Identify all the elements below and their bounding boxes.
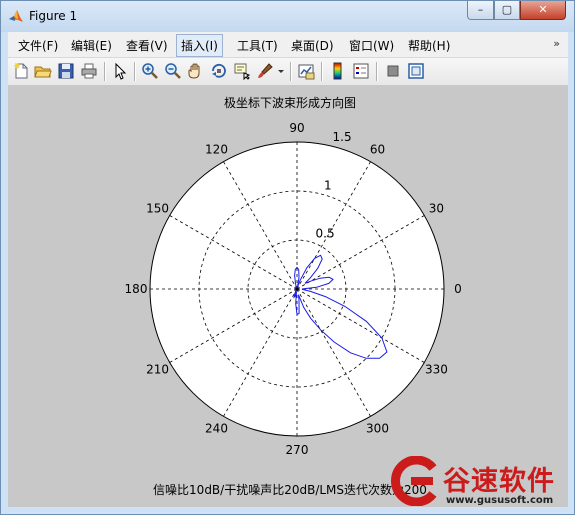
menu-help[interactable]: 帮助(H) bbox=[404, 36, 454, 55]
close-button[interactable]: ✕ bbox=[520, 1, 566, 20]
colorbar-icon[interactable] bbox=[328, 61, 348, 81]
radius-tick-label: 0.5 bbox=[316, 227, 335, 241]
plot-title: 极坐标下波束形成方向图 bbox=[224, 95, 356, 110]
angle-tick-label: 270 bbox=[286, 443, 309, 457]
angle-tick-label: 0 bbox=[454, 282, 462, 296]
menu-edit[interactable]: 编辑(E) bbox=[67, 36, 116, 55]
watermark-logo-icon bbox=[391, 456, 437, 506]
menu-bar: 文件(F) 编辑(E) 查看(V) 插入(I) 工具(T) 桌面(D) 窗口(W… bbox=[8, 32, 568, 58]
zoom-in-icon[interactable] bbox=[140, 61, 160, 81]
watermark-url: www.gususoft.com bbox=[446, 495, 554, 506]
menu-overflow-icon[interactable]: » bbox=[553, 37, 560, 50]
angle-tick-label: 210 bbox=[146, 363, 169, 377]
angle-tick-label: 180 bbox=[125, 282, 148, 296]
brush-dropdown-icon[interactable] bbox=[276, 61, 286, 81]
brush-icon[interactable] bbox=[255, 61, 275, 81]
legend-icon[interactable] bbox=[351, 61, 371, 81]
toolbar-separator bbox=[321, 62, 323, 81]
matlab-icon bbox=[9, 10, 23, 22]
data-cursor-icon[interactable] bbox=[232, 61, 252, 81]
toolbar-separator bbox=[376, 62, 378, 81]
angle-tick-label: 60 bbox=[370, 143, 385, 157]
toolbar-separator bbox=[290, 62, 292, 81]
title-bar[interactable]: Figure 1 – ▢ ✕ bbox=[1, 1, 574, 32]
menu-window[interactable]: 窗口(W) bbox=[345, 36, 398, 55]
angle-tick-label: 90 bbox=[289, 121, 304, 135]
figure-window: Figure 1 – ▢ ✕ 文件(F) 编辑(E) 查看(V) 插入(I) 工… bbox=[0, 0, 575, 515]
pan-hand-icon[interactable] bbox=[186, 61, 206, 81]
print-icon[interactable] bbox=[79, 61, 99, 81]
zoom-out-icon[interactable] bbox=[163, 61, 183, 81]
menu-file[interactable]: 文件(F) bbox=[14, 36, 62, 55]
menu-view[interactable]: 查看(V) bbox=[122, 36, 172, 55]
angle-tick-label: 120 bbox=[205, 143, 228, 157]
hide-plot-tools-icon[interactable] bbox=[383, 61, 403, 81]
figure-toolbar bbox=[8, 58, 568, 86]
toolbar-separator bbox=[134, 62, 136, 81]
rotate-3d-icon[interactable] bbox=[209, 61, 229, 81]
toolbar-separator bbox=[104, 62, 106, 81]
plot-xlabel: 信噪比10dB/干扰噪声比20dB/LMS迭代次数为200 bbox=[153, 482, 427, 497]
menu-tools[interactable]: 工具(T) bbox=[233, 36, 282, 55]
maximize-button[interactable]: ▢ bbox=[494, 1, 520, 20]
watermark-text: 谷速软件 bbox=[443, 466, 555, 497]
save-icon[interactable] bbox=[56, 61, 76, 81]
pointer-icon[interactable] bbox=[110, 61, 130, 81]
minimize-button[interactable]: – bbox=[467, 1, 494, 20]
radius-tick-label: 1.5 bbox=[333, 130, 352, 144]
open-file-icon[interactable] bbox=[33, 61, 53, 81]
window-title: Figure 1 bbox=[29, 9, 78, 23]
figure-canvas: 0 30 60 90 120 150 180 210 240 270 300 330 0.5 1 1.5 极… bbox=[8, 86, 568, 507]
show-plot-tools-icon[interactable] bbox=[406, 61, 426, 81]
angle-tick-label: 330 bbox=[425, 363, 448, 377]
angle-tick-label: 30 bbox=[429, 202, 444, 216]
menu-insert[interactable]: 插入(I) bbox=[176, 34, 223, 57]
link-plot-icon[interactable] bbox=[296, 61, 316, 81]
angle-tick-label: 240 bbox=[205, 421, 228, 435]
menu-desktop[interactable]: 桌面(D) bbox=[287, 36, 338, 55]
polar-plot: 0 30 60 90 120 150 180 210 240 270 300 330 0.5 1 1.5 极… bbox=[125, 95, 462, 497]
angle-tick-label: 150 bbox=[146, 202, 169, 216]
angle-tick-label: 300 bbox=[366, 421, 389, 435]
new-figure-icon[interactable] bbox=[11, 61, 31, 81]
radius-tick-label: 1 bbox=[324, 179, 332, 193]
